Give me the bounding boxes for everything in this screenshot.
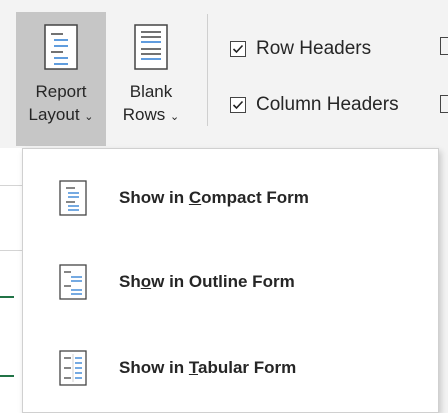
worksheet-edge	[0, 148, 22, 413]
cut-off-checkbox[interactable]	[440, 95, 448, 113]
group-divider	[207, 14, 208, 126]
report-layout-label-line2: Layout	[28, 105, 80, 124]
chevron-down-icon: ⌄	[84, 111, 94, 123]
menu-item-label: Show in Compact Form	[119, 188, 309, 207]
outline-form-icon	[59, 264, 87, 305]
chevron-down-icon: ⌄	[170, 111, 180, 123]
report-layout-icon	[44, 24, 78, 75]
tabular-form-icon	[59, 350, 87, 391]
report-layout-menu: Show in Compact Form Show in Outline For…	[22, 148, 439, 413]
menu-item-label: Show in Outline Form	[119, 272, 295, 291]
checkbox-checked-icon	[230, 97, 246, 113]
report-layout-button[interactable]: Report Layout ⌄	[16, 12, 106, 146]
blank-rows-button[interactable]: Blank Rows ⌄	[106, 12, 196, 146]
blank-rows-icon	[134, 24, 168, 75]
menu-item-compact-form[interactable]: Show in Compact Form	[23, 165, 438, 231]
row-headers-checkbox[interactable]: Row Headers	[230, 38, 371, 60]
column-headers-checkbox[interactable]: Column Headers	[230, 94, 399, 116]
cut-off-checkbox[interactable]	[440, 37, 448, 55]
blank-rows-label-line1: Blank	[129, 82, 173, 101]
menu-item-label: Show in Tabular Form	[119, 358, 297, 377]
active-cell-marker	[0, 375, 14, 377]
menu-item-tabular-form[interactable]: Show in Tabular Form	[23, 335, 438, 401]
active-cell-marker	[0, 296, 14, 298]
checkbox-checked-icon	[230, 41, 246, 57]
blank-rows-label-line2: Rows	[122, 105, 166, 124]
menu-item-outline-form[interactable]: Show in Outline Form	[23, 249, 438, 315]
row-headers-label: Row Headers	[256, 38, 372, 59]
grid-line	[0, 250, 22, 251]
compact-form-icon	[59, 180, 87, 221]
column-headers-label: Column Headers	[256, 94, 399, 115]
grid-line	[0, 185, 22, 186]
report-layout-label-line1: Report	[35, 82, 87, 101]
